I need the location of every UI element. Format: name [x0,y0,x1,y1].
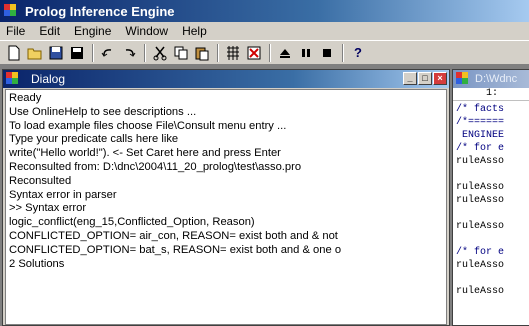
code-line: ruleAsso [456,286,505,297]
code-line: ruleAsso [456,221,505,232]
app-title: Prolog Inference Engine [25,3,175,19]
minimize-icon[interactable]: _ [403,72,417,85]
dialog-window: Dialog _ □ × Ready Use OnlineHelp to see… [2,69,450,326]
output-line: logic_conflict(eng_15,Conflicted_Option,… [9,216,255,229]
output-line: write("Hello world!"). <- Set Caret here… [9,147,281,160]
dialog-output-area[interactable]: Ready Use OnlineHelp to see descriptions… [5,89,447,325]
menu-edit[interactable]: Edit [39,24,60,38]
menu-engine[interactable]: Engine [74,24,111,38]
dialog-title-bar[interactable]: Dialog _ □ × [3,70,449,88]
menu-bar: File Edit Engine Window Help [0,22,529,41]
grid-icon[interactable] [223,43,243,63]
toolbar-separator [217,43,219,62]
maximize-icon[interactable]: □ [418,72,432,85]
editor-window[interactable]: D:\Wdnc 1: /* facts /*====== ENGINEE /* fo… [452,69,529,326]
output-line: Reconsulted from: D:\dnc\2004\11_20_prol… [9,160,302,173]
prolog-app-icon [4,4,20,18]
output-line: 2 Solutions [9,257,65,270]
eject-icon[interactable] [275,43,295,63]
copy-icon[interactable] [171,43,191,63]
toolbar-separator [92,43,94,62]
output-line: Reconsulted [9,174,72,187]
dialog-title: Dialog [31,72,66,86]
help-icon-glyph: ? [354,45,362,60]
output-line: Use OnlineHelp to see descriptions ... [9,105,197,118]
editor-title-bar[interactable]: D:\Wdnc [453,70,529,88]
toolbar: ? [0,41,529,65]
stop-sign-icon[interactable] [244,43,264,63]
new-file-icon[interactable] [4,43,24,63]
output-line: Syntax error in parser [9,188,117,201]
redo-icon[interactable] [119,43,139,63]
toolbar-separator [269,43,271,62]
code-line: ruleAsso [456,195,505,206]
code-line: /* for e [456,143,505,154]
code-line: ruleAsso [456,156,505,167]
cut-icon[interactable] [150,43,170,63]
help-icon[interactable]: ? [348,43,368,63]
stop-icon[interactable] [317,43,337,63]
undo-icon[interactable] [98,43,118,63]
cursor-position: 1: [453,88,529,101]
mdi-workspace: Dialog _ □ × Ready Use OnlineHelp to see… [0,65,529,326]
code-line: /* for e [456,247,505,258]
save-icon[interactable] [46,43,66,63]
prolog-app-icon [6,72,22,86]
editor-code-area[interactable]: /* facts /*====== ENGINEE /* for e ruleAsso… [453,101,529,300]
code-line: ruleAsso [456,260,505,271]
code-line: /*====== [456,117,505,128]
save-as-icon[interactable] [67,43,87,63]
paste-icon[interactable] [192,43,212,63]
dialog-window-controls: _ □ × [402,72,447,85]
toolbar-separator [144,43,146,62]
app-title-bar[interactable]: Prolog Inference Engine [0,0,529,22]
editor-title: D:\Wdnc [475,73,518,85]
code-line: /* facts [456,104,505,115]
menu-file[interactable]: File [6,24,25,38]
menu-help[interactable]: Help [182,24,207,38]
code-line: ENGINEE [456,130,505,141]
prolog-app-icon [456,72,472,86]
open-folder-icon[interactable] [25,43,45,63]
output-line: Type your predicate calls here like [9,133,179,146]
output-line: CONFLICTED_OPTION= air_con, REASON= exis… [9,229,338,242]
close-icon[interactable]: × [433,72,447,85]
output-line: CONFLICTED_OPTION= bat_s, REASON= exist … [9,243,342,256]
pause-icon[interactable] [296,43,316,63]
output-line: Ready [9,92,42,104]
toolbar-separator [342,43,344,62]
output-line: >> Syntax error [9,202,87,215]
code-line: ruleAsso [456,182,505,193]
output-line: To load example files choose File\Consul… [9,119,287,132]
menu-window[interactable]: Window [125,24,168,38]
